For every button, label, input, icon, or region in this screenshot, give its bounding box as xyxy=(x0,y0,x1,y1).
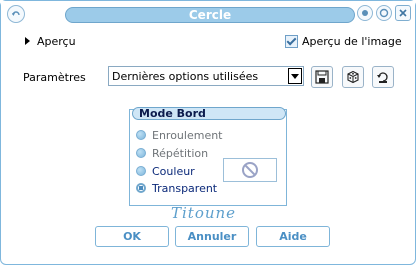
back-arrow-icon[interactable] xyxy=(7,5,25,23)
chevron-down-icon[interactable] xyxy=(288,68,302,84)
save-preset-button[interactable] xyxy=(311,66,333,88)
radio-label: Couleur xyxy=(152,164,195,178)
preview-toggle[interactable]: Aperçu xyxy=(25,33,76,49)
radio-button[interactable] xyxy=(136,130,146,140)
radio-couleur[interactable]: Couleur xyxy=(136,164,195,178)
reset-button[interactable] xyxy=(372,66,394,88)
save-icon xyxy=(315,70,329,84)
radio-button[interactable] xyxy=(136,148,146,158)
help-icon[interactable] xyxy=(376,5,392,21)
radio-label: Enroulement xyxy=(152,128,223,142)
radio-transparent[interactable]: Transparent xyxy=(136,181,217,195)
edge-mode-title: Mode Bord xyxy=(132,107,286,120)
color-swatch[interactable] xyxy=(223,158,277,182)
close-icon[interactable] xyxy=(395,5,411,21)
randomize-button[interactable] xyxy=(342,66,364,88)
preview-image-label: Aperçu de l'image xyxy=(302,34,402,48)
reset-icon xyxy=(377,72,388,83)
dialog-window: Cercle Aperçu Aperçu de l'image Paramètr… xyxy=(0,0,416,265)
radio-button-selected[interactable] xyxy=(136,183,146,193)
signature: Titoune xyxy=(171,204,237,222)
no-color-icon xyxy=(242,162,258,178)
ok-button[interactable]: OK xyxy=(95,226,169,247)
params-combo-value: Dernières options utilisées xyxy=(112,70,259,83)
preview-image-checkbox-row[interactable]: Aperçu de l'image xyxy=(285,33,402,49)
cancel-button[interactable]: Annuler xyxy=(175,226,249,247)
radio-label: Transparent xyxy=(152,181,218,195)
radio-button[interactable] xyxy=(136,166,146,176)
radio-label: Répétition xyxy=(152,146,209,160)
circle-icon[interactable] xyxy=(357,5,373,21)
titlebar: Cercle xyxy=(1,1,415,27)
params-label: Paramètres xyxy=(23,71,86,84)
preview-label: Aperçu xyxy=(37,34,76,48)
radio-enroulement[interactable]: Enroulement xyxy=(136,128,223,142)
window-title: Cercle xyxy=(65,7,355,23)
radio-repetition[interactable]: Répétition xyxy=(136,146,208,160)
params-combo[interactable]: Dernières options utilisées xyxy=(108,66,304,86)
dice-icon xyxy=(347,70,359,84)
expand-triangle-icon xyxy=(25,37,30,45)
help-button[interactable]: Aide xyxy=(256,226,330,247)
preview-image-checkbox[interactable] xyxy=(285,34,298,48)
